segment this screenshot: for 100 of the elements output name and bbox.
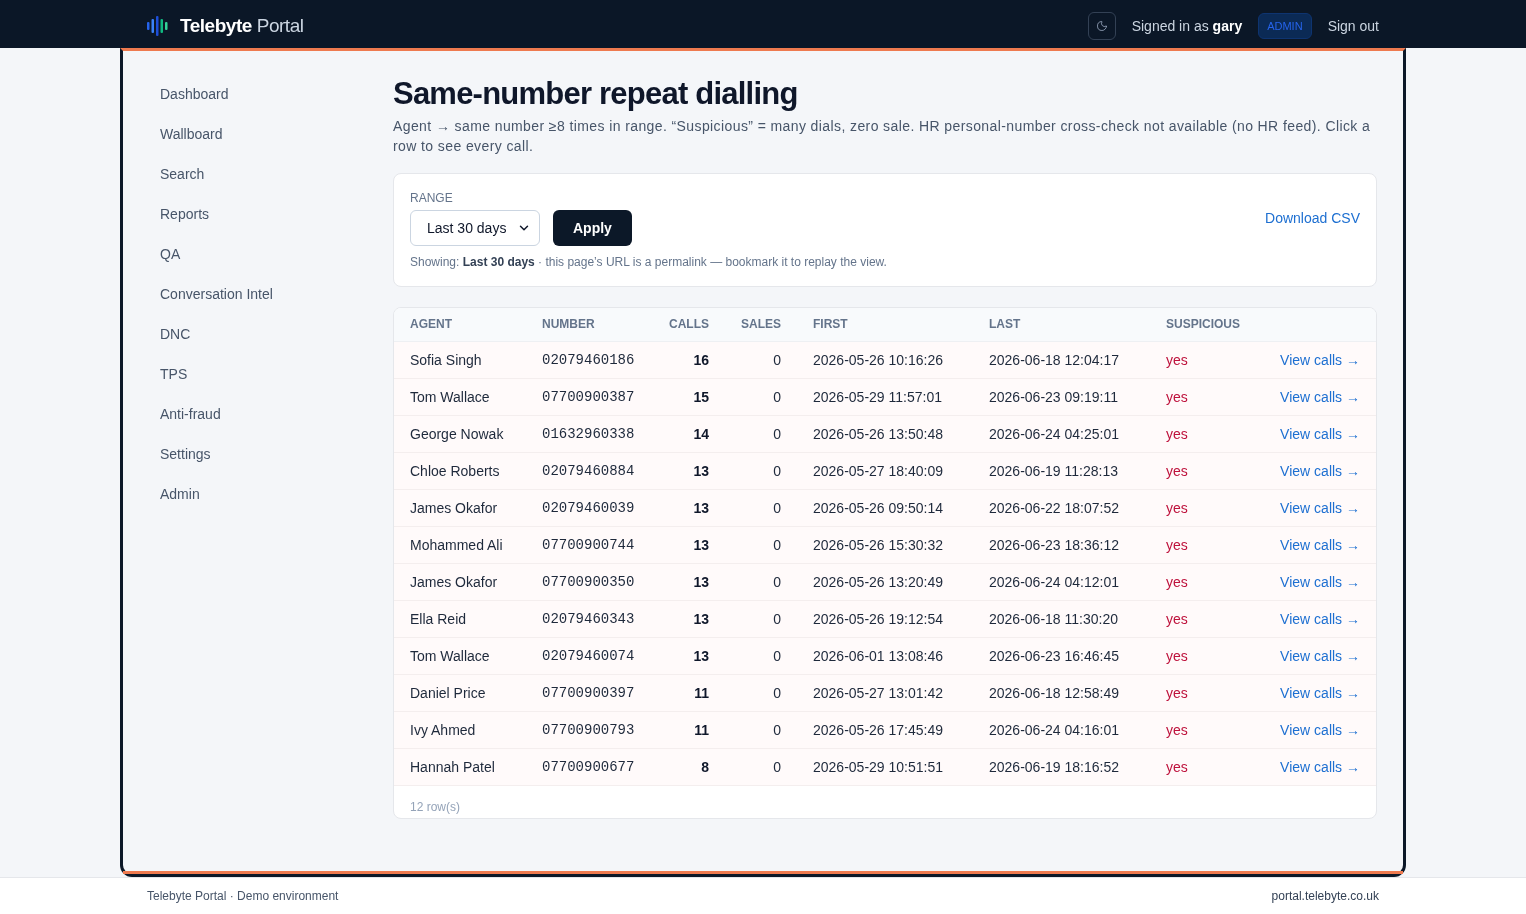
sales-cell-text: 0 (773, 535, 781, 555)
signed-in-text: Signed in as gary (1131, 16, 1243, 36)
sales-cell-text: 0 (773, 757, 781, 777)
calls-cell-text: 13 (693, 609, 709, 629)
last-call-cell-text: 2026-06-24 04:25:01 (989, 424, 1119, 444)
view-calls-link[interactable]: View calls → (1280, 756, 1360, 777)
suspicious-cell-text: yes (1166, 646, 1188, 666)
first-call-cell-text: 2026-05-26 17:45:49 (813, 720, 943, 740)
sidebar-item[interactable]: Reports (144, 194, 226, 234)
sidebar-item[interactable]: Settings (144, 434, 227, 474)
calls-cell-text: 13 (693, 535, 709, 555)
sales-cell-text: 0 (773, 572, 781, 592)
sidebar-item[interactable]: Anti-fraud (144, 394, 237, 434)
agent-cell-text: James Okafor (410, 572, 498, 592)
first-call-cell-text: 2026-05-27 18:40:09 (813, 461, 943, 481)
footer-domain-link[interactable]: portal.telebyte.co.uk (1271, 887, 1379, 905)
phone-number-cell-text: 02079460343 (542, 609, 635, 629)
suspicious-cell-text: yes (1166, 461, 1188, 481)
agent-cell-text: Mohammed Ali (410, 535, 503, 555)
view-calls-link[interactable]: View calls → (1280, 423, 1360, 444)
last-call-cell-text: 2026-06-19 18:16:52 (989, 757, 1119, 777)
range-label: RANGE (410, 190, 453, 206)
sidebar-item[interactable]: Conversation Intel (144, 274, 289, 314)
phone-number-cell-text: 02079460186 (542, 350, 635, 370)
sidebar-item[interactable]: Admin (144, 474, 216, 514)
calls-cell-text: 15 (693, 387, 709, 407)
range-select[interactable]: Last 30 days (410, 210, 540, 246)
suspicious-cell-text: yes (1166, 498, 1188, 518)
suspicious-cell-text: yes (1166, 720, 1188, 740)
phone-number-cell-text: 02079460884 (542, 461, 635, 481)
page-title: Same-number repeat dialling (393, 75, 799, 113)
sidebar-item[interactable]: Wallboard (144, 114, 239, 154)
first-call-cell-text: 2026-05-26 10:16:26 (813, 350, 943, 370)
phone-number-cell-text: 07700900793 (542, 720, 635, 740)
last-call-cell-text: 2026-06-23 09:19:11 (989, 387, 1118, 407)
footer-text: Telebyte Portal · Demo environment (147, 888, 339, 905)
role-badge: ADMIN (1258, 13, 1312, 39)
calls-cell-text: 16 (693, 350, 709, 370)
sales-cell-text: 0 (773, 720, 781, 740)
agent-cell-text: James Okafor (410, 498, 498, 518)
column-header: LAST (989, 316, 1021, 333)
calls-cell-text: 13 (693, 498, 709, 518)
column-header: CALLS (669, 316, 709, 333)
theme-toggle-button[interactable] (1087, 12, 1116, 40)
brand-name[interactable]: Telebyte Portal (180, 11, 304, 41)
agent-cell-text: Ella Reid (410, 609, 467, 629)
column-header: NUMBER (542, 316, 595, 333)
phone-number-cell-text: 07700900387 (542, 387, 635, 407)
last-call-cell-text: 2026-06-22 18:07:52 (989, 498, 1119, 518)
last-call-cell-text: 2026-06-19 11:28:13 (989, 461, 1118, 481)
column-header: AGENT (410, 316, 452, 333)
suspicious-cell-text: yes (1166, 535, 1188, 555)
calls-cell-text: 13 (693, 646, 709, 666)
last-call-cell-text: 2026-06-18 12:04:17 (989, 350, 1119, 370)
phone-number-cell-text: 07700900397 (542, 683, 635, 703)
sales-cell-text: 0 (773, 498, 781, 518)
phone-number-cell-text: 07700900350 (542, 572, 635, 592)
first-call-cell-text: 2026-06-01 13:08:46 (813, 646, 943, 666)
view-calls-link[interactable]: View calls → (1280, 682, 1360, 703)
agent-cell-text: Tom Wallace (410, 387, 490, 407)
sales-cell-text: 0 (773, 646, 781, 666)
sidebar-item[interactable]: QA (144, 234, 197, 274)
column-header: SALES (741, 316, 781, 333)
apply-button[interactable]: Apply (553, 210, 632, 246)
sign-out-link[interactable]: Sign out (1327, 15, 1379, 37)
sidebar-item[interactable]: Dashboard (144, 74, 245, 114)
view-calls-link[interactable]: View calls → (1280, 386, 1360, 407)
sales-cell-text: 0 (773, 350, 781, 370)
phone-number-cell-text: 07700900677 (542, 757, 635, 777)
first-call-cell-text: 2026-05-27 13:01:42 (813, 683, 943, 703)
last-call-cell-text: 2026-06-24 04:12:01 (989, 572, 1119, 592)
suspicious-cell-text: yes (1166, 424, 1188, 444)
sidebar-item[interactable]: DNC (144, 314, 207, 354)
download-csv-link[interactable]: Download CSV (1265, 208, 1360, 228)
suspicious-cell-text: yes (1166, 350, 1188, 370)
sidebar-item[interactable]: Search (144, 154, 221, 194)
last-call-cell-text: 2026-06-24 04:16:01 (989, 720, 1119, 740)
agent-cell-text: Ivy Ahmed (410, 720, 476, 740)
view-calls-link[interactable]: View calls → (1280, 460, 1360, 481)
sidebar-item[interactable]: TPS (144, 354, 204, 394)
row-count: 12 row(s) (410, 799, 460, 814)
first-call-cell-text: 2026-05-26 09:50:14 (813, 498, 943, 518)
first-call-cell-text: 2026-05-26 15:30:32 (813, 535, 943, 555)
suspicious-cell-text: yes (1166, 387, 1188, 407)
agent-cell-text: George Nowak (410, 424, 504, 444)
calls-cell-text: 13 (693, 572, 709, 592)
view-calls-link[interactable]: View calls → (1280, 719, 1360, 740)
view-calls-link[interactable]: View calls → (1280, 349, 1360, 370)
view-calls-link[interactable]: View calls → (1280, 645, 1360, 666)
view-calls-link[interactable]: View calls → (1280, 608, 1360, 629)
last-call-cell-text: 2026-06-18 12:58:49 (989, 683, 1119, 703)
phone-number-cell-text: 01632960338 (542, 424, 635, 444)
column-header: SUSPICIOUS (1166, 316, 1240, 333)
view-calls-link[interactable]: View calls → (1280, 534, 1360, 555)
calls-cell-text: 11 (694, 720, 709, 740)
suspicious-cell-text: yes (1166, 757, 1188, 777)
view-calls-link[interactable]: View calls → (1280, 571, 1360, 592)
view-calls-link[interactable]: View calls → (1280, 497, 1360, 518)
agent-cell-text: Chloe Roberts (410, 461, 500, 481)
first-call-cell-text: 2026-05-29 11:57:01 (813, 387, 942, 407)
